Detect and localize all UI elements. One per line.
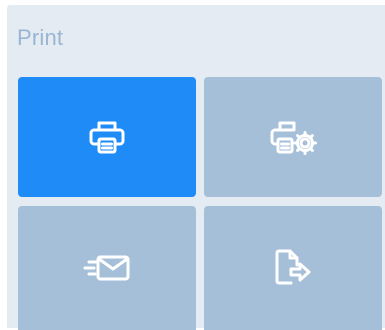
panel-title: Print: [17, 25, 64, 50]
printer-icon: [87, 117, 127, 157]
print-button[interactable]: [18, 77, 196, 197]
print-panel: Print: [7, 5, 385, 330]
email-button[interactable]: [18, 206, 196, 330]
envelope-send-icon: [82, 248, 132, 288]
file-export-icon: [271, 247, 315, 289]
print-settings-button[interactable]: [204, 77, 382, 197]
export-button[interactable]: [204, 206, 382, 330]
printer-settings-icon: [268, 117, 318, 157]
